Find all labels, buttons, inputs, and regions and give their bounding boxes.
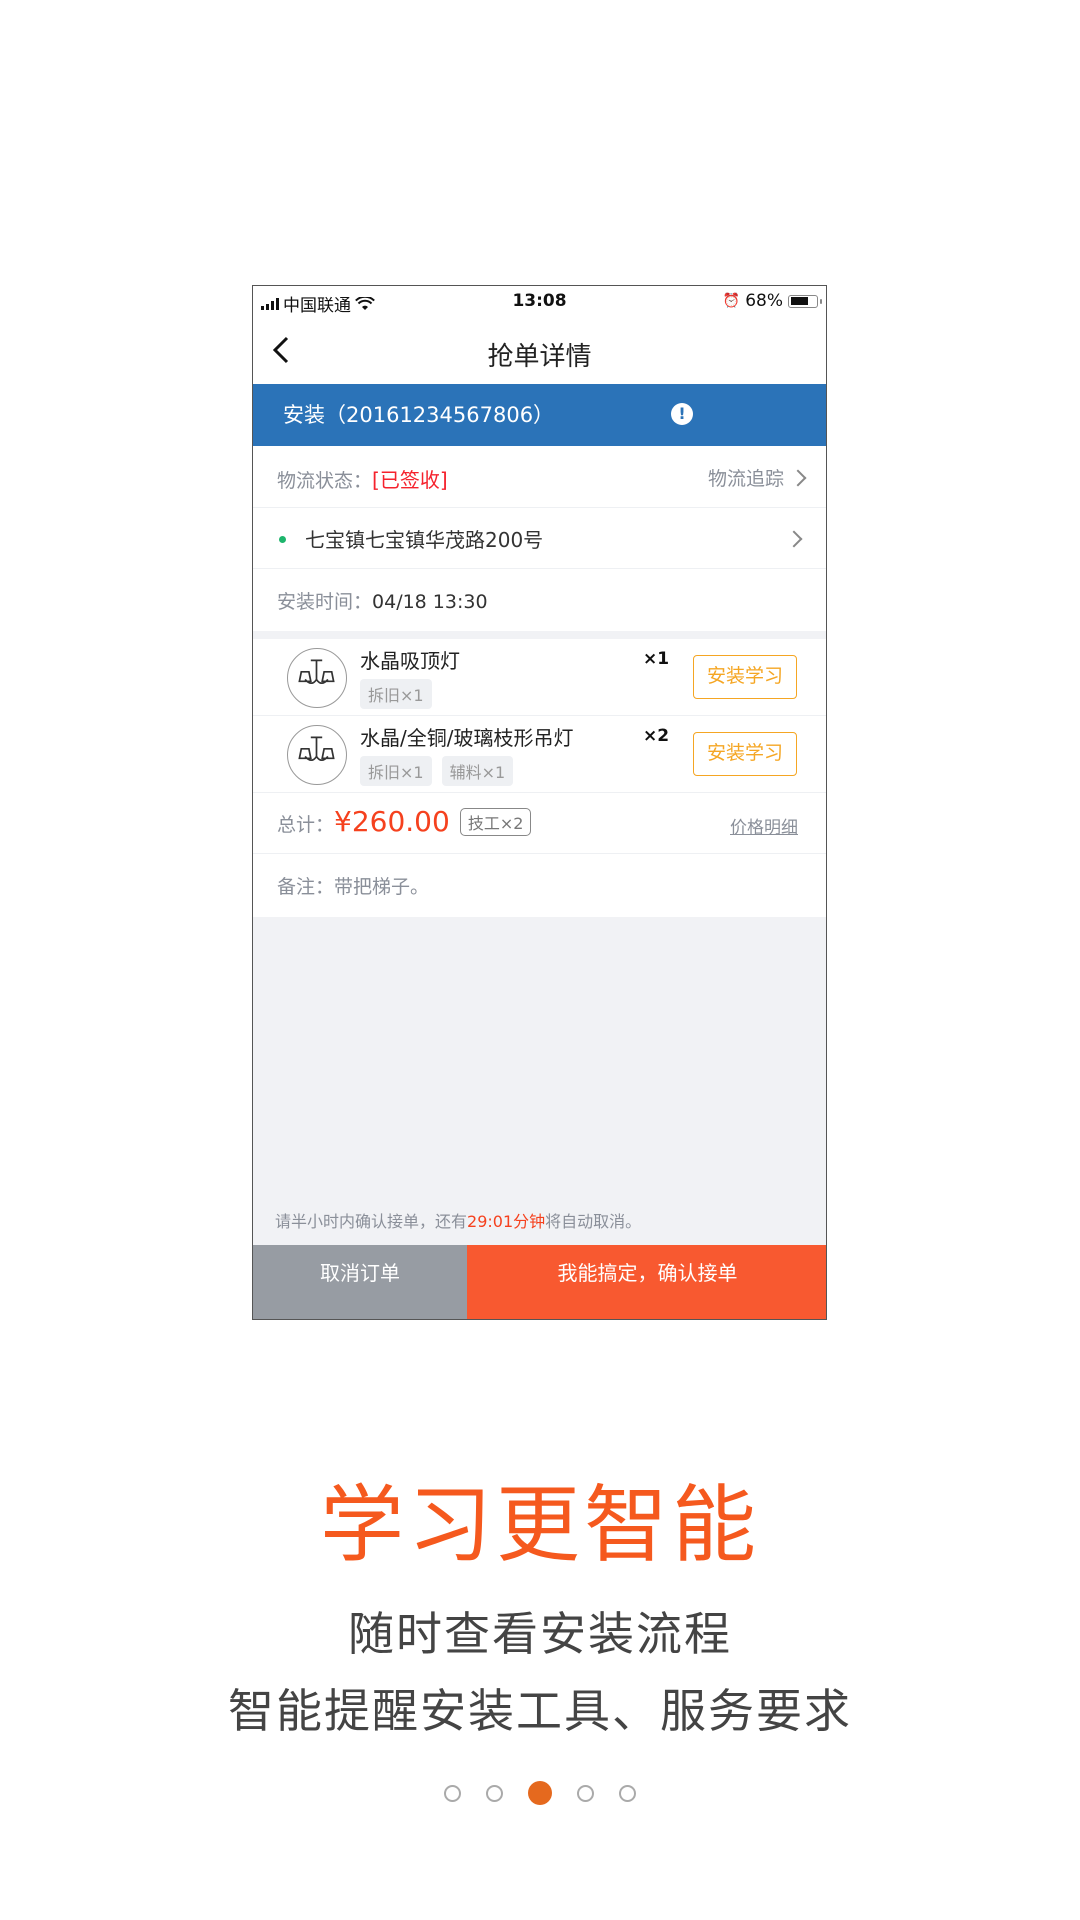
total-row: 总计：¥260.00 技工×2 价格明细 — [253, 793, 826, 854]
battery-percent: 68% — [745, 291, 783, 311]
product-qty: ×1 — [643, 649, 670, 669]
total-label: 总计： — [277, 814, 335, 836]
install-time-value: 04/18 13:30 — [372, 591, 488, 613]
track-label: 物流追踪 — [707, 468, 784, 490]
page-dot[interactable] — [444, 1784, 461, 1802]
address-text: 七宝镇七宝镇华茂路200号 — [305, 528, 544, 552]
page-title: 抢单详情 — [487, 342, 592, 372]
order-header: 安装（20161234567806） ! — [253, 384, 826, 446]
price-detail-link[interactable]: 价格明细 — [730, 813, 798, 838]
note-text: 带把梯子。 — [334, 876, 430, 898]
promo-line-2: 智能提醒安装工具、服务要求 — [228, 1684, 852, 1738]
logistics-track-link[interactable]: 物流追踪 — [707, 464, 807, 491]
alarm-icon: ⏰ — [722, 293, 741, 309]
address-row[interactable]: 七宝镇七宝镇华茂路200号 — [253, 508, 826, 569]
labor-tag: 技工×2 — [459, 807, 532, 836]
product-item: 水晶吸顶灯 拆旧×1 ×1 安装学习 — [253, 639, 826, 716]
section-divider — [253, 631, 826, 639]
confirm-order-button[interactable]: 我能搞定，确认接单 — [467, 1245, 826, 1319]
notice-prefix: 请半小时内确认接单，还有 — [275, 1212, 468, 1231]
countdown: 29:01分钟 — [467, 1212, 546, 1231]
product-name: 水晶/全铜/玻璃枝形吊灯 — [360, 726, 574, 750]
page-dot-active[interactable] — [528, 1781, 552, 1805]
total-amount: ¥260.00 — [334, 805, 450, 838]
install-tutorial-button[interactable]: 安装学习 — [693, 655, 797, 699]
logistics-row: 物流状态：[已签收] 物流追踪 — [253, 446, 826, 508]
promo-headline: 学习更智能 — [319, 1476, 760, 1574]
info-icon[interactable]: ! — [671, 403, 693, 425]
product-item: 水晶/全铜/玻璃枝形吊灯 拆旧×1 辅料×1 ×2 安装学习 — [253, 716, 826, 793]
status-bar: 中国联通 13:08 ⏰ 68% — [253, 286, 826, 316]
promo-line-1: 随时查看安装流程 — [348, 1607, 732, 1661]
nav-bar: 抢单详情 — [253, 316, 826, 384]
install-tutorial-button[interactable]: 安装学习 — [693, 732, 797, 776]
chevron-right-icon — [785, 530, 803, 548]
logistics-status: [已签收] — [372, 468, 448, 492]
chandelier-icon — [287, 648, 347, 708]
chevron-right-icon — [789, 469, 807, 486]
install-time-row: 安装时间：04/18 13:30 — [253, 569, 826, 631]
note-label: 备注： — [277, 876, 335, 898]
product-name: 水晶吸顶灯 — [360, 649, 460, 673]
note-row: 备注：带把梯子。 — [253, 854, 826, 917]
page-dot[interactable] — [486, 1784, 503, 1802]
install-time-label: 安装时间： — [277, 591, 373, 613]
service-tag: 拆旧×1 — [360, 756, 432, 786]
page-dot[interactable] — [619, 1784, 636, 1802]
product-qty: ×2 — [643, 726, 670, 746]
auto-cancel-notice: 请半小时内确认接单，还有29:01分钟将自动取消。 — [275, 1208, 641, 1232]
phone-screenshot-frame: 中国联通 13:08 ⏰ 68% 抢单详情 安装（20161234567806）… — [252, 285, 827, 1320]
service-tag: 拆旧×1 — [360, 679, 432, 709]
logistics-label: 物流状态： — [277, 470, 373, 492]
page-indicator — [0, 1781, 1080, 1805]
cancel-order-button[interactable]: 取消订单 — [253, 1245, 467, 1319]
notice-suffix: 将自动取消。 — [545, 1212, 642, 1231]
battery-icon — [788, 294, 822, 308]
service-tag: 辅料×1 — [441, 756, 514, 786]
location-dot-icon — [279, 536, 286, 543]
chandelier-icon — [287, 725, 347, 785]
order-type-number: 安装（20161234567806） — [283, 403, 555, 427]
page-dot[interactable] — [577, 1784, 594, 1802]
